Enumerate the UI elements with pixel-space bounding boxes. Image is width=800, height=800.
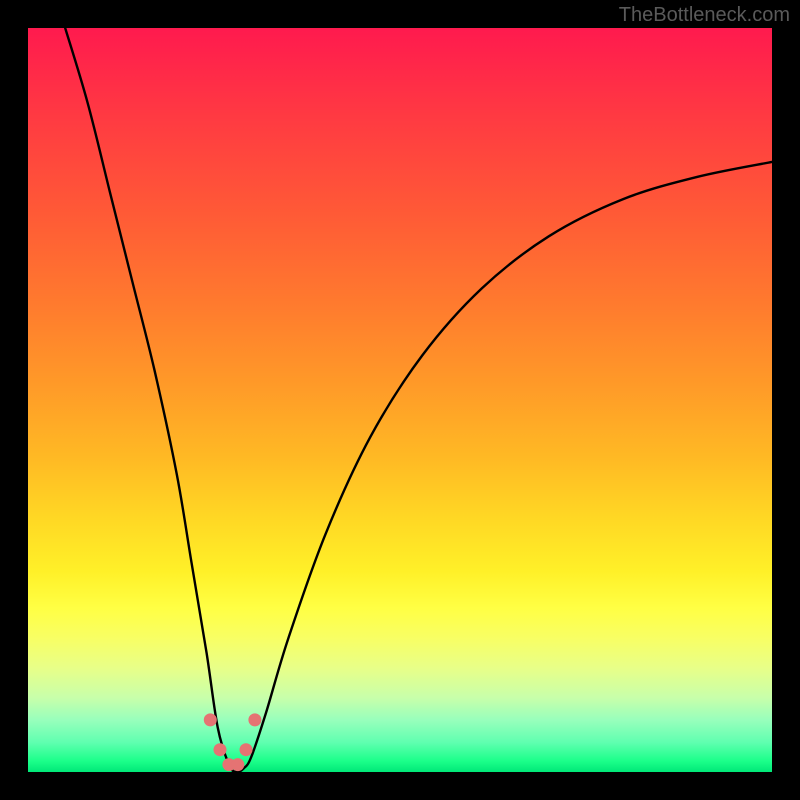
valley-dot bbox=[248, 713, 261, 726]
valley-dot bbox=[214, 743, 227, 756]
curve-svg bbox=[28, 28, 772, 772]
watermark-text: TheBottleneck.com bbox=[619, 4, 790, 27]
valley-markers bbox=[204, 713, 262, 771]
valley-dot bbox=[204, 713, 217, 726]
bottleneck-curve bbox=[65, 28, 772, 772]
valley-dot bbox=[231, 758, 244, 771]
plot-area bbox=[28, 28, 772, 772]
valley-dot bbox=[240, 743, 253, 756]
